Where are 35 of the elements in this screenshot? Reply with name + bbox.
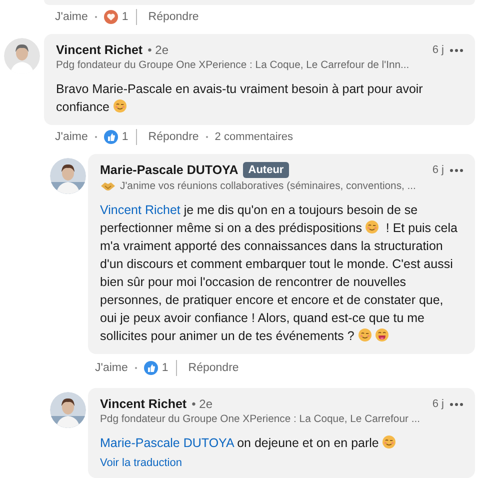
comment-text: Bravo Marie-Pascale en avais-tu vraiment besoin à part pour avoir confiance [56, 81, 424, 116]
timestamp: 6 j [432, 164, 444, 176]
author-name[interactable]: Marie-Pascale DUTOYA [100, 163, 238, 177]
comment-text: Vincent Richet je me dis qu'on en a toujours besoin de se perfectionner même si on a des prédispositions ! Et puis cela m'a vraiment apporté des connaissances dans la structuration d'un discours et comment embarquer tout le monde. C'est aussi bien sûr pour moi l'occasion de rencontrer de nouvelles personnes, de pratiquer encore et encore et de constater que, oui je peux avoir confiance ! Alors, quand est-ce que tu me sollicites pour animer un de tes événements ? [100, 202, 458, 345]
like-button[interactable]: J'aime [55, 131, 88, 143]
comment-text: Marie-Pascale DUTOYA on dejeune et on en parle [100, 434, 463, 452]
author-name[interactable]: Vincent Richet [100, 397, 187, 411]
mention-link[interactable]: Vincent Richet [100, 203, 180, 217]
timestamp: 6 j [432, 398, 444, 410]
winking-face-icon [365, 220, 380, 234]
author-badge: Auteur [243, 162, 289, 178]
thumbs-up-icon [104, 130, 118, 144]
thumbs-up-icon [144, 361, 158, 375]
like-button[interactable]: J'aime [55, 11, 88, 23]
member-headline: Pdg fondateur du Groupe One XPerience : La Coque, Le Carrefour de l'Inn... [56, 60, 410, 71]
reaction-count: 1 [122, 11, 128, 23]
reply-button[interactable]: Répondre [148, 131, 199, 143]
reply-button[interactable]: Répondre [148, 11, 199, 23]
comments-link[interactable]: 2 commentaires [214, 131, 294, 143]
connection-degree: • 2e [148, 43, 168, 57]
reply-button[interactable]: Répondre [188, 362, 239, 374]
member-headline: J'anime vos réunions collaboratives (séminaires, conventions, ... [120, 180, 416, 192]
author-name[interactable]: Vincent Richet [56, 43, 143, 57]
like-button[interactable]: J'aime [95, 362, 128, 374]
reaction-count: 1 [162, 362, 168, 374]
winking-face-icon [382, 435, 396, 449]
connection-degree: • 2e [192, 397, 212, 411]
mention-link[interactable]: Marie-Pascale DUTOYA [100, 436, 234, 450]
winking-face-icon [112, 99, 127, 113]
reaction-count: 1 [122, 131, 128, 143]
member-headline: Pdg fondateur du Groupe One XPerience : La Coque, Le Carrefour ... [100, 414, 420, 425]
timestamp: 6 j [432, 44, 444, 56]
laughing-face-icon [374, 328, 389, 342]
winking-face-icon [358, 328, 372, 342]
translate-link[interactable]: Voir la traduction [100, 457, 463, 469]
